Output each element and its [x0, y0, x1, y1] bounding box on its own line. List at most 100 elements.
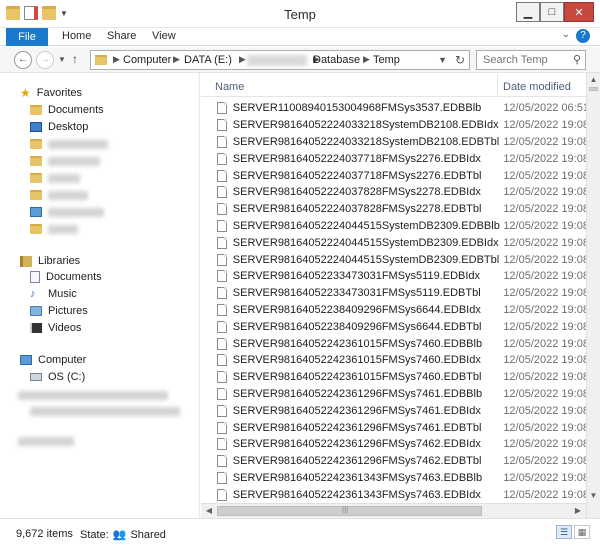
file-row[interactable]: SERVER98164052224044515SystemDB2309.EDBT…	[201, 251, 587, 268]
breadcrumb-separator-icon[interactable]: ▶	[363, 54, 370, 65]
file-row[interactable]: SERVER98164052242361015FMSys7460.EDBTbl 1…	[201, 369, 587, 386]
ribbon-expand-icon[interactable]: ⌄	[562, 29, 570, 40]
nav-item-redacted[interactable]	[30, 187, 88, 203]
file-row[interactable]: SERVER98164052242361296FMSys7462.EDBTbl 1…	[201, 453, 587, 470]
search-icon[interactable]: ⚲	[573, 53, 581, 66]
file-date-modified: 12/05/2022 19:08	[503, 303, 587, 316]
vertical-scroll-thumb[interactable]	[589, 87, 598, 91]
details-view-button[interactable]: ☰	[556, 525, 572, 539]
file-row[interactable]: SERVER98164052242361343FMSys7463.EDBBlb 1…	[201, 470, 587, 487]
nav-item-desktop[interactable]: Desktop	[30, 119, 88, 135]
file-icon	[217, 102, 227, 115]
file-row[interactable]: SERVER98164052238409296FMSys6644.EDBIdx 1…	[201, 302, 587, 319]
minimize-button[interactable]: ▁	[516, 2, 540, 22]
nav-item-redacted[interactable]	[30, 204, 104, 220]
breadcrumb-database[interactable]: Database	[313, 54, 360, 66]
maximize-button[interactable]: □	[540, 2, 564, 22]
search-box[interactable]: ⚲	[476, 50, 586, 70]
file-row[interactable]: SERVER98164052224037718FMSys2276.EDBIdx 1…	[201, 150, 587, 167]
file-date-modified: 12/05/2022 19:08	[503, 203, 587, 216]
nav-favorites[interactable]: ★ Favorites	[20, 85, 82, 101]
file-date-modified: 12/05/2022 19:08	[503, 219, 587, 232]
close-button[interactable]: ✕	[564, 2, 594, 22]
scroll-down-icon[interactable]: ▼	[587, 490, 600, 502]
tab-file[interactable]: File	[6, 28, 48, 46]
nav-libraries[interactable]: Libraries	[20, 253, 80, 269]
nav-computer[interactable]: Computer	[20, 352, 86, 368]
address-bar[interactable]: ▶ Computer ▶ DATA (E:) ▶ ▶ Database ▶ Te…	[90, 50, 470, 70]
up-button[interactable]: ↑	[72, 52, 78, 66]
tab-home[interactable]: Home	[62, 30, 91, 42]
help-icon[interactable]: ?	[576, 29, 590, 43]
nav-item-redacted[interactable]	[30, 221, 78, 237]
file-row[interactable]: SERVER11008940153004968FMSys3537.EDBBlb 1…	[201, 100, 587, 117]
redacted-label	[48, 139, 108, 149]
file-name: SERVER98164052224044515SystemDB2309.EDBB…	[232, 219, 500, 232]
file-icon	[217, 354, 227, 367]
file-row[interactable]: SERVER98164052238409296FMSys6644.EDBTbl 1…	[201, 318, 587, 335]
column-divider[interactable]	[497, 75, 498, 95]
file-row[interactable]: SERVER98164052242361296FMSys7462.EDBIdx 1…	[201, 436, 587, 453]
file-row[interactable]: SERVER98164052233473031FMSys5119.EDBIdx 1…	[201, 268, 587, 285]
file-icon	[217, 371, 227, 384]
column-header-date[interactable]: Date modified	[503, 81, 571, 93]
breadcrumb-temp[interactable]: Temp	[373, 54, 400, 66]
breadcrumb-separator-icon[interactable]: ▶	[239, 54, 246, 65]
file-row[interactable]: SERVER98164052224044515SystemDB2309.EDBI…	[201, 234, 587, 251]
back-button[interactable]: ←	[14, 51, 32, 69]
large-icons-view-button[interactable]: ▦	[574, 525, 590, 539]
file-row[interactable]: SERVER98164052242361296FMSys7461.EDBBlb 1…	[201, 386, 587, 403]
nav-item-library-documents[interactable]: Documents	[30, 269, 102, 285]
nav-item-documents[interactable]: Documents	[30, 102, 104, 118]
nav-item-label: Pictures	[48, 305, 88, 317]
file-icon	[217, 169, 227, 182]
tab-view[interactable]: View	[152, 30, 176, 42]
file-row[interactable]: SERVER98164052242361343FMSys7463.EDBIdx 1…	[201, 486, 587, 503]
file-date-modified: 12/05/2022 19:08	[503, 438, 587, 451]
file-row[interactable]: SERVER98164052242361015FMSys7460.EDBBlb 1…	[201, 335, 587, 352]
file-icon	[217, 203, 227, 216]
scroll-right-icon[interactable]: ▶	[571, 505, 585, 517]
forward-button[interactable]: →	[36, 51, 54, 69]
tab-share[interactable]: Share	[107, 30, 136, 42]
scroll-left-icon[interactable]: ◀	[202, 505, 216, 517]
nav-item-redacted[interactable]	[30, 153, 100, 169]
redacted-label	[48, 173, 80, 183]
breadcrumb-data-drive[interactable]: DATA (E:)	[184, 54, 232, 66]
file-row[interactable]: SERVER98164052233473031FMSys5119.EDBTbl 1…	[201, 285, 587, 302]
column-header-name[interactable]: Name	[215, 81, 244, 93]
file-row[interactable]: SERVER98164052224033218SystemDB2108.EDBT…	[201, 134, 587, 151]
nav-item-videos[interactable]: Videos	[30, 320, 81, 336]
address-dropdown-icon[interactable]: ▼	[438, 55, 447, 65]
file-date-modified: 12/05/2022 19:08	[503, 387, 587, 400]
nav-item-os-drive[interactable]: OS (C:)	[30, 369, 85, 385]
recent-locations-chevron-icon[interactable]: ▼	[58, 55, 66, 64]
redacted-label	[48, 207, 104, 217]
file-row[interactable]: SERVER98164052224037828FMSys2278.EDBTbl 1…	[201, 201, 587, 218]
file-row[interactable]: SERVER98164052224037828FMSys2278.EDBIdx 1…	[201, 184, 587, 201]
nav-item-music[interactable]: ♪ Music	[30, 286, 77, 302]
breadcrumb-computer[interactable]: Computer	[123, 54, 171, 66]
horizontal-scroll-thumb[interactable]: |||	[217, 505, 482, 516]
file-date-modified: 12/05/2022 19:08	[503, 404, 587, 417]
file-icon	[217, 219, 227, 232]
breadcrumb-separator-icon[interactable]: ▶	[173, 54, 180, 65]
file-row[interactable]: SERVER98164052224044515SystemDB2309.EDBB…	[201, 218, 587, 235]
file-row[interactable]: SERVER98164052242361296FMSys7461.EDBTbl 1…	[201, 419, 587, 436]
horizontal-scrollbar[interactable]: ◀ ||| ▶	[201, 503, 586, 518]
large-icons-view-icon: ▦	[577, 527, 587, 537]
nav-item-label: OS (C:)	[48, 371, 86, 383]
scroll-up-icon[interactable]: ▲	[587, 74, 600, 86]
file-row[interactable]: SERVER98164052242361296FMSys7461.EDBIdx 1…	[201, 402, 587, 419]
nav-item-redacted[interactable]	[30, 170, 80, 186]
file-row[interactable]: SERVER98164052224037718FMSys2276.EDBTbl 1…	[201, 167, 587, 184]
nav-item-pictures[interactable]: Pictures	[30, 303, 88, 319]
refresh-icon[interactable]: ↻	[455, 53, 465, 67]
search-input[interactable]	[477, 51, 567, 69]
vertical-scrollbar[interactable]: ▲ ▼	[586, 73, 600, 518]
file-name: SERVER98164052224033218SystemDB2108.EDBT…	[232, 135, 500, 148]
file-row[interactable]: SERVER98164052224033218SystemDB2108.EDBI…	[201, 117, 587, 134]
file-name: SERVER98164052242361343FMSys7463.EDBIdx	[232, 488, 481, 501]
file-row[interactable]: SERVER98164052242361015FMSys7460.EDBIdx 1…	[201, 352, 587, 369]
nav-item-redacted[interactable]	[30, 136, 108, 152]
